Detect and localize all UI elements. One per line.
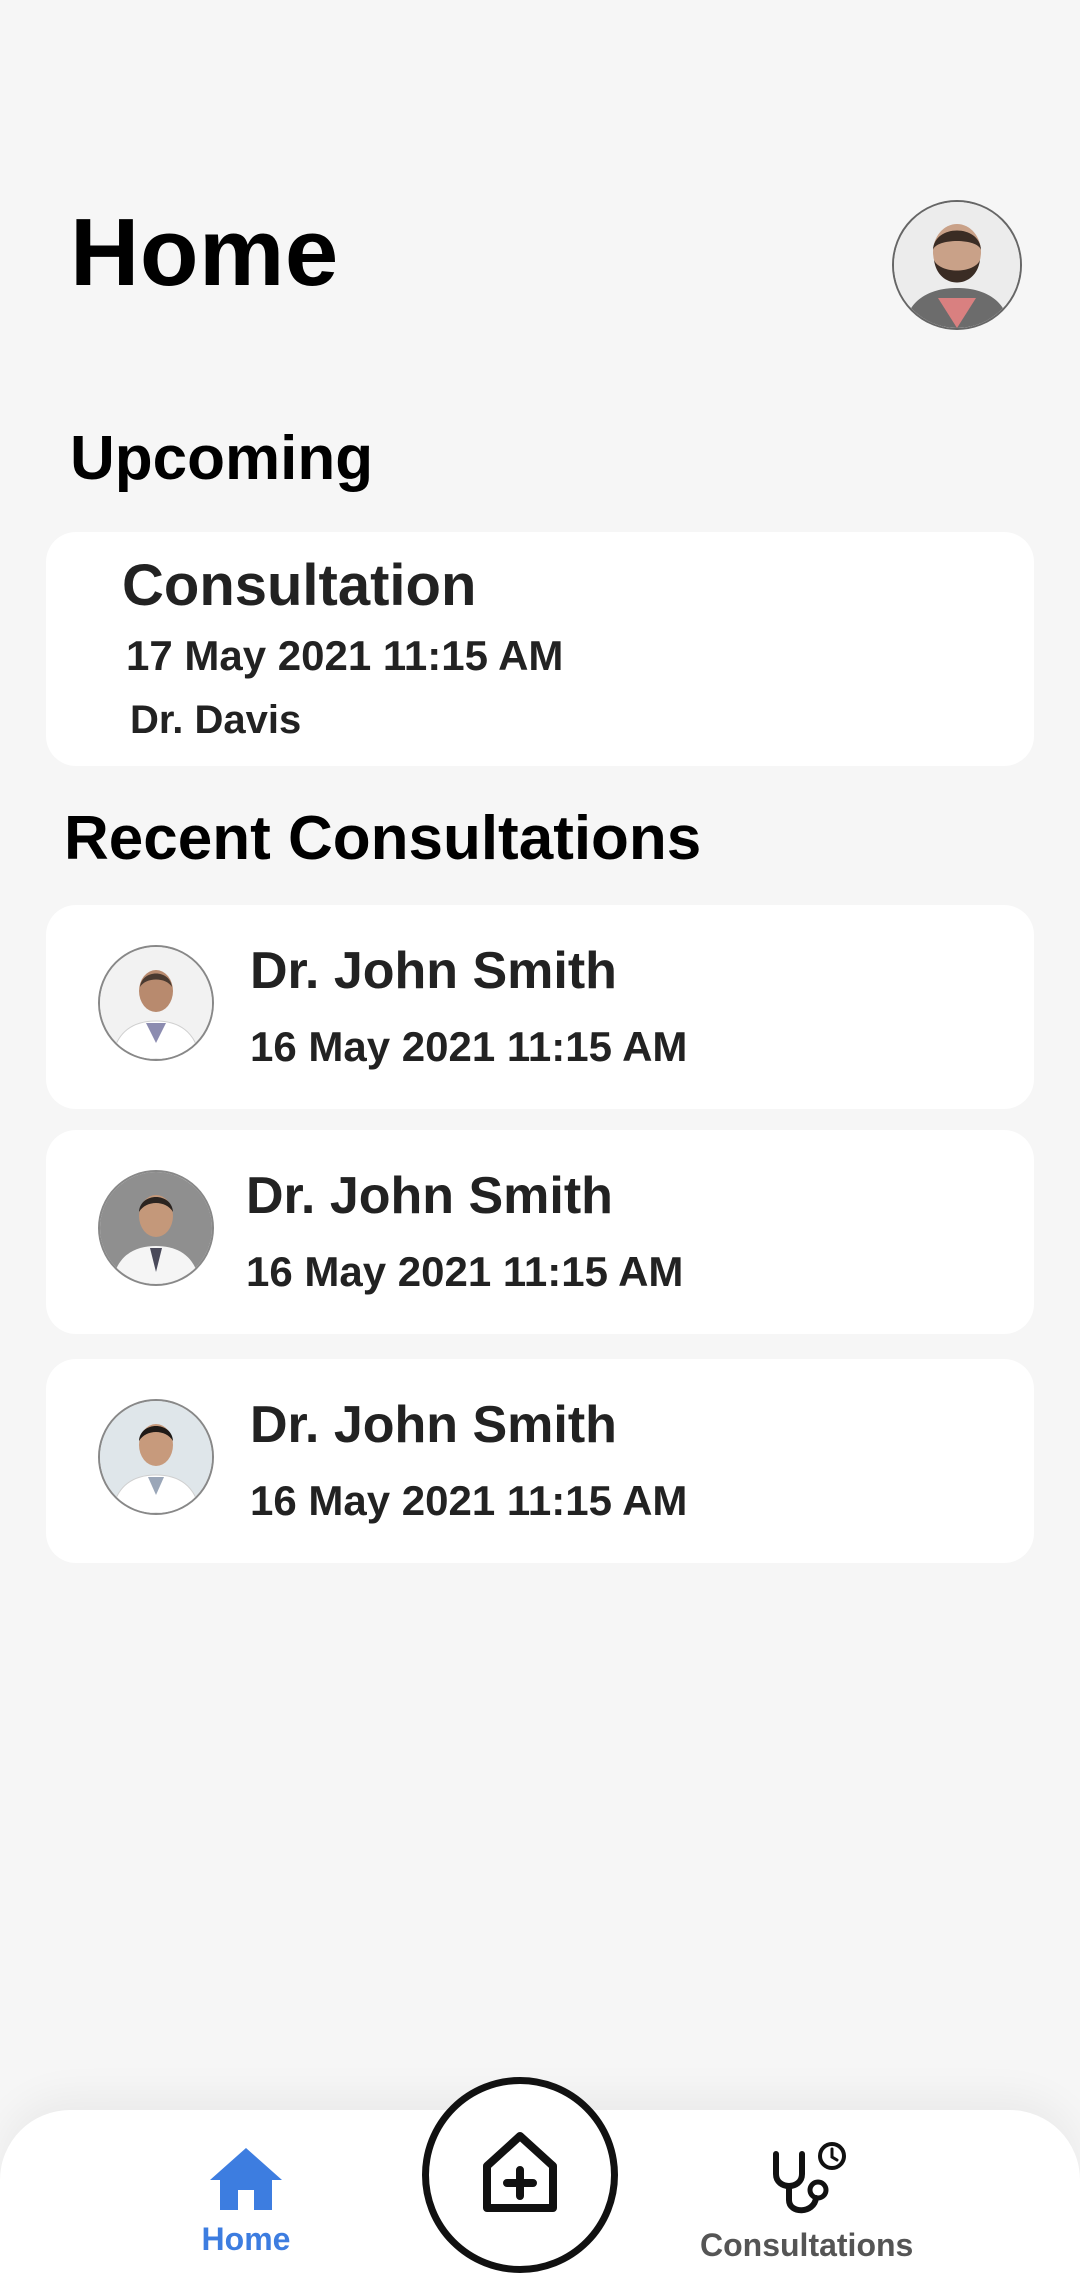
nav-home[interactable]: Home	[196, 2146, 296, 2266]
nav-consultations[interactable]: Consultations	[700, 2140, 914, 2270]
doctor-photo	[98, 945, 214, 1061]
nav-consultations-label: Consultations	[700, 2227, 914, 2263]
recent-consultation-card[interactable]: Dr. John Smith 16 May 2021 11:15 AM	[46, 905, 1034, 1109]
doctor-photo	[98, 1399, 214, 1515]
doctor-name: Dr. John Smith	[250, 1396, 617, 1454]
recent-consultation-card[interactable]: Dr. John Smith 16 May 2021 11:15 AM	[46, 1130, 1034, 1334]
consultation-datetime: 16 May 2021 11:15 AM	[250, 1477, 688, 1524]
recent-consultation-card[interactable]: Dr. John Smith 16 May 2021 11:15 AM	[46, 1359, 1034, 1563]
user-avatar[interactable]	[892, 200, 1022, 330]
consultation-datetime: 16 May 2021 11:15 AM	[250, 1023, 688, 1070]
stethoscope-history-icon	[773, 2142, 846, 2214]
add-hospital-icon	[483, 2132, 557, 2212]
avatar-image	[894, 202, 1020, 328]
consultation-doctor: Dr. Davis	[130, 698, 302, 742]
page-title: Home	[70, 199, 339, 306]
doctor-photo	[98, 1170, 214, 1286]
home-icon	[210, 2148, 282, 2210]
nav-home-label: Home	[201, 2221, 291, 2257]
recent-consultations-heading: Recent Consultations	[64, 804, 702, 873]
doctor-name: Dr. John Smith	[246, 1167, 613, 1225]
upcoming-consultation-card[interactable]: Consultation 17 May 2021 11:15 AM Dr. Da…	[46, 532, 1034, 766]
consultation-datetime: 16 May 2021 11:15 AM	[246, 1248, 684, 1295]
upcoming-heading: Upcoming	[70, 424, 374, 493]
consultation-datetime: 17 May 2021 11:15 AM	[126, 632, 564, 679]
doctor-name: Dr. John Smith	[250, 942, 617, 1000]
consultation-type: Consultation	[122, 553, 477, 618]
add-consultation-button[interactable]	[422, 2077, 618, 2273]
